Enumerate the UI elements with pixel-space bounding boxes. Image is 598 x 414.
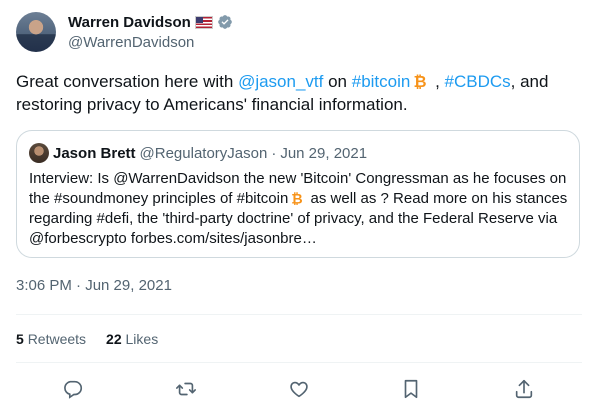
- bookmark-icon[interactable]: [400, 378, 422, 400]
- divider: [16, 362, 582, 363]
- quote-text: Interview: Is @WarrenDavidson the new 'B…: [29, 169, 569, 249]
- quote-header: Jason Brett @RegulatoryJason · Jun 29, 2…: [29, 143, 367, 163]
- action-bar: [0, 378, 598, 402]
- author-name[interactable]: Warren Davidson: [68, 14, 191, 31]
- us-flag-icon: [194, 15, 213, 29]
- tweet-text: Great conversation here with @jason_vtf …: [16, 70, 582, 116]
- quote-tweet-card[interactable]: Jason Brett @RegulatoryJason · Jun 29, 2…: [16, 130, 580, 258]
- retweets-label: Retweets: [27, 331, 87, 347]
- likes-label: Likes: [125, 331, 159, 347]
- author-handle[interactable]: @WarrenDavidson: [68, 34, 233, 51]
- divider: [16, 314, 582, 315]
- author-block: Warren Davidson @WarrenDavidson: [68, 13, 233, 51]
- engagement-stats: 5 Retweets 22 Likes: [16, 331, 178, 347]
- hashtag-cbdcs-link[interactable]: #CBDCs: [445, 72, 511, 91]
- bitcoin-icon: ₿: [290, 191, 304, 207]
- quote-author-handle: @RegulatoryJason: [139, 144, 268, 162]
- svg-text:₿: ₿: [292, 191, 303, 205]
- likes-count: 22: [106, 331, 122, 347]
- hashtag-bitcoin-link[interactable]: #bitcoin: [352, 72, 411, 91]
- tweet-text-part: Great conversation here with: [16, 72, 239, 91]
- reply-icon[interactable]: [62, 378, 84, 400]
- tweet-text-part: on: [323, 72, 352, 91]
- verified-icon[interactable]: [217, 14, 233, 30]
- quote-author-avatar: [29, 143, 49, 163]
- like-icon[interactable]: [288, 378, 310, 400]
- tweet-timestamp[interactable]: 3:06 PM · Jun 29, 2021: [16, 277, 172, 294]
- author-avatar[interactable]: [16, 12, 56, 52]
- share-icon[interactable]: [513, 378, 535, 400]
- quote-author-name: Jason Brett: [53, 144, 136, 162]
- retweets-stat[interactable]: 5 Retweets: [16, 331, 86, 347]
- likes-stat[interactable]: 22 Likes: [106, 331, 158, 347]
- bitcoin-icon: ₿: [412, 72, 428, 91]
- retweets-count: 5: [16, 331, 24, 347]
- quote-date: Jun 29, 2021: [280, 144, 368, 162]
- retweet-icon[interactable]: [175, 378, 197, 400]
- quote-separator: ·: [271, 144, 277, 162]
- mention-link[interactable]: @jason_vtf: [238, 72, 323, 91]
- tweet-text-part: ,: [430, 72, 445, 91]
- svg-text:₿: ₿: [414, 73, 427, 89]
